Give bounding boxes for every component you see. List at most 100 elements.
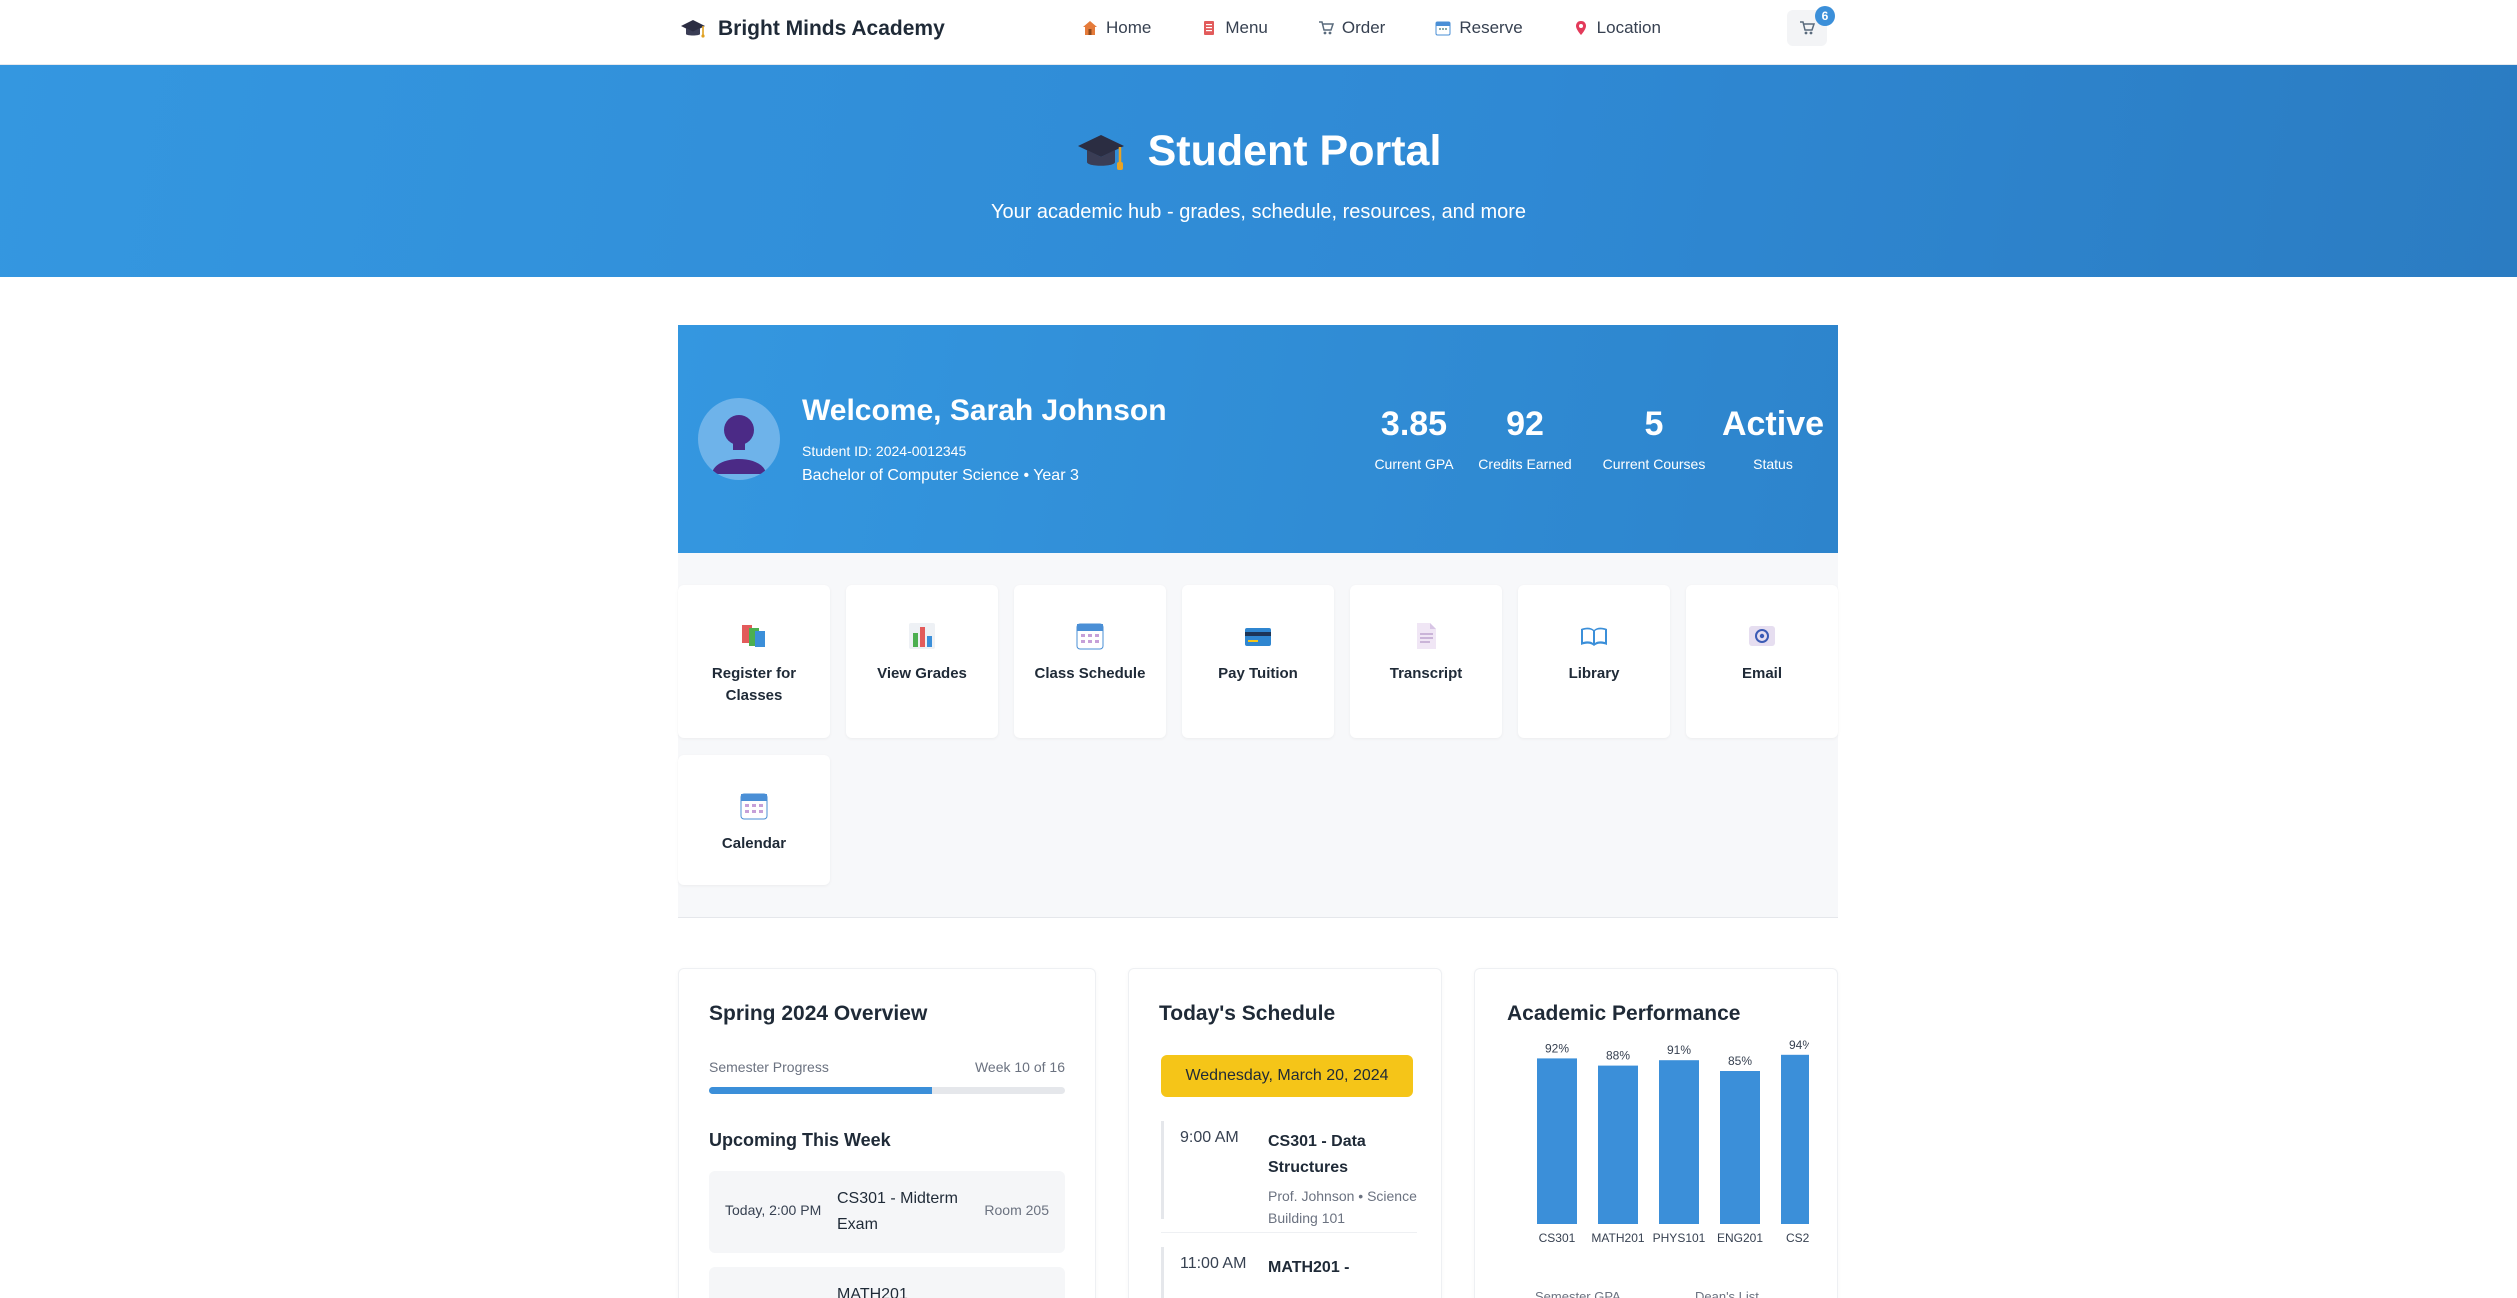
brand-name: Bright Minds Academy (718, 17, 945, 40)
menu-icon (1204, 21, 1215, 35)
brand[interactable]: Bright Minds Academy (680, 16, 945, 42)
quick-action-calendar-label: Calendar (721, 835, 787, 852)
todays-schedule-card: Today's Schedule Wednesday, March 20, 20… (1128, 968, 1442, 1298)
bar-category-label: PHYS101 (1653, 1231, 1706, 1245)
nav-reserve[interactable]: Reserve (1435, 18, 1523, 38)
bar-value-label: 91% (1667, 1043, 1691, 1057)
open-book-icon (1581, 627, 1607, 646)
quick-action-tuition[interactable]: Pay Tuition (1182, 585, 1334, 738)
upcoming-title: Upcoming This Week (709, 1130, 891, 1150)
schedule-time: 9:00 AM (1180, 1129, 1239, 1146)
stat-gpa-value: 3.85 (1380, 405, 1448, 443)
schedule-divider (1161, 1232, 1417, 1233)
nav-links: Home Menu Order Reserve Location (1082, 18, 1711, 38)
graduation-cap-icon (1077, 134, 1124, 170)
navbar: Bright Minds Academy Home Menu Order Res… (0, 0, 2517, 65)
schedule-item[interactable]: 9:00 AM CS301 - Data Structures Prof. Jo… (1161, 1121, 1417, 1226)
stat-courses: 5 Current Courses (1589, 405, 1719, 472)
upcoming-room: Room 205 (984, 1202, 1049, 1218)
quick-action-grades[interactable]: View Grades (846, 585, 998, 738)
student-profile-banner: Welcome, Sarah Johnson Student ID: 2024-… (678, 325, 1838, 553)
schedule-item[interactable]: 11:00 AM MATH201 - (1161, 1247, 1417, 1298)
email-icon (1749, 626, 1775, 646)
calendar-icon (740, 793, 768, 820)
bar-value-label: 94% (1789, 1038, 1809, 1052)
quick-action-email[interactable]: Email (1686, 585, 1838, 738)
stat-credits-label: Credits Earned (1478, 456, 1572, 472)
semester-overview-card: Spring 2024 Overview Semester Progress W… (678, 968, 1096, 1298)
upcoming-item[interactable]: Today, 2:00 PM CS301 - Midterm Exam Room… (709, 1171, 1065, 1253)
upcoming-item[interactable]: MATH201 (709, 1267, 1065, 1298)
pin-icon (1575, 21, 1586, 35)
nav-order[interactable]: Order (1318, 18, 1385, 38)
quick-action-schedule[interactable]: Class Schedule (1014, 585, 1166, 738)
stat-courses-label: Current Courses (1602, 456, 1706, 472)
semester-progress-bar (709, 1087, 1065, 1094)
upcoming-time: Today, 2:00 PM (725, 1202, 822, 1218)
bar-category-label: CS301 (1539, 1231, 1576, 1245)
welcome-heading: Welcome, Sarah Johnson (802, 394, 1167, 427)
nav-reserve-label: Reserve (1459, 18, 1523, 37)
stat-gpa: 3.85 Current GPA (1354, 405, 1474, 472)
student-id: Student ID: 2024-0012345 (802, 443, 967, 459)
stat-gpa-label: Current GPA (1374, 456, 1454, 472)
hero-banner: Student Portal Your academic hub - grade… (0, 65, 2517, 277)
credit-card-icon (1245, 628, 1271, 646)
overview-title: Spring 2024 Overview (709, 1002, 928, 1025)
document-icon (1417, 623, 1436, 649)
schedule-time: 11:00 AM (1180, 1255, 1247, 1272)
home-icon (1083, 21, 1097, 35)
quick-action-register-label: Register for Classes (711, 665, 797, 704)
quick-action-calendar[interactable]: Calendar (678, 755, 830, 885)
schedule-course: CS301 - Data Structures (1268, 1133, 1366, 1176)
stat-credits: 92 Credits Earned (1462, 405, 1588, 472)
semester-gpa-label: Semester GPA (1535, 1289, 1621, 1298)
quick-action-email-label: Email (1741, 665, 1783, 682)
quick-action-transcript-label: Transcript (1389, 665, 1463, 682)
cart-count-badge: 6 (1815, 6, 1835, 26)
progress-label: Semester Progress (709, 1059, 829, 1075)
nav-location[interactable]: Location (1573, 18, 1661, 38)
quick-action-transcript[interactable]: Transcript (1350, 585, 1502, 738)
cart-button[interactable]: 6 (1787, 6, 1835, 46)
bar-phys101 (1659, 1060, 1699, 1224)
quick-action-tuition-label: Pay Tuition (1218, 665, 1298, 682)
calendar-icon (1076, 623, 1104, 650)
schedule-date: Wednesday, March 20, 2024 (1161, 1055, 1413, 1097)
stat-status-value: Active (1721, 405, 1825, 443)
stat-status: Active Status (1718, 405, 1828, 472)
bar-chart-icon (909, 623, 935, 649)
nav-menu[interactable]: Menu (1201, 18, 1268, 38)
bar-value-label: 92% (1545, 1041, 1569, 1055)
stat-courses-value: 5 (1644, 405, 1664, 443)
calendar-icon (1435, 21, 1451, 36)
nav-home-label: Home (1106, 18, 1152, 37)
bar-value-label: 85% (1728, 1054, 1752, 1068)
avatar (698, 398, 780, 480)
books-icon (742, 625, 765, 647)
quick-action-grades-label: View Grades (877, 665, 967, 682)
semester-progress-row: Semester Progress Week 10 of 16 (709, 1059, 1065, 1075)
quick-action-register[interactable]: Register for Classes (678, 585, 830, 738)
bar-math201 (1598, 1065, 1638, 1224)
upcoming-name: MATH201 (837, 1286, 908, 1298)
bar-category-label: CS28 (1786, 1231, 1809, 1245)
bar-value-label: 88% (1606, 1049, 1630, 1063)
degree-program: Bachelor of Computer Science • Year 3 (802, 467, 1079, 484)
nav-location-label: Location (1596, 18, 1661, 37)
nav-home[interactable]: Home (1082, 18, 1151, 38)
graduation-cap-icon (681, 20, 705, 38)
schedule-meta: Prof. Johnson • Science Building 101 (1268, 1188, 1417, 1226)
upcoming-name: CS301 - Midterm Exam (837, 1190, 958, 1233)
nav-menu-label: Menu (1225, 18, 1268, 37)
bar-category-label: ENG201 (1717, 1231, 1763, 1245)
schedule-title: Today's Schedule (1159, 1002, 1336, 1025)
student-avatar-icon (712, 415, 766, 474)
quick-action-library[interactable]: Library (1518, 585, 1670, 738)
semester-progress-fill (709, 1087, 932, 1094)
stat-credits-value: 92 (1506, 405, 1544, 443)
cart-icon (1318, 21, 1334, 35)
bar-cs28 (1781, 1054, 1809, 1224)
bar-eng201 (1720, 1071, 1760, 1224)
quick-actions: Register for Classes View Grades Class S… (678, 553, 1838, 918)
